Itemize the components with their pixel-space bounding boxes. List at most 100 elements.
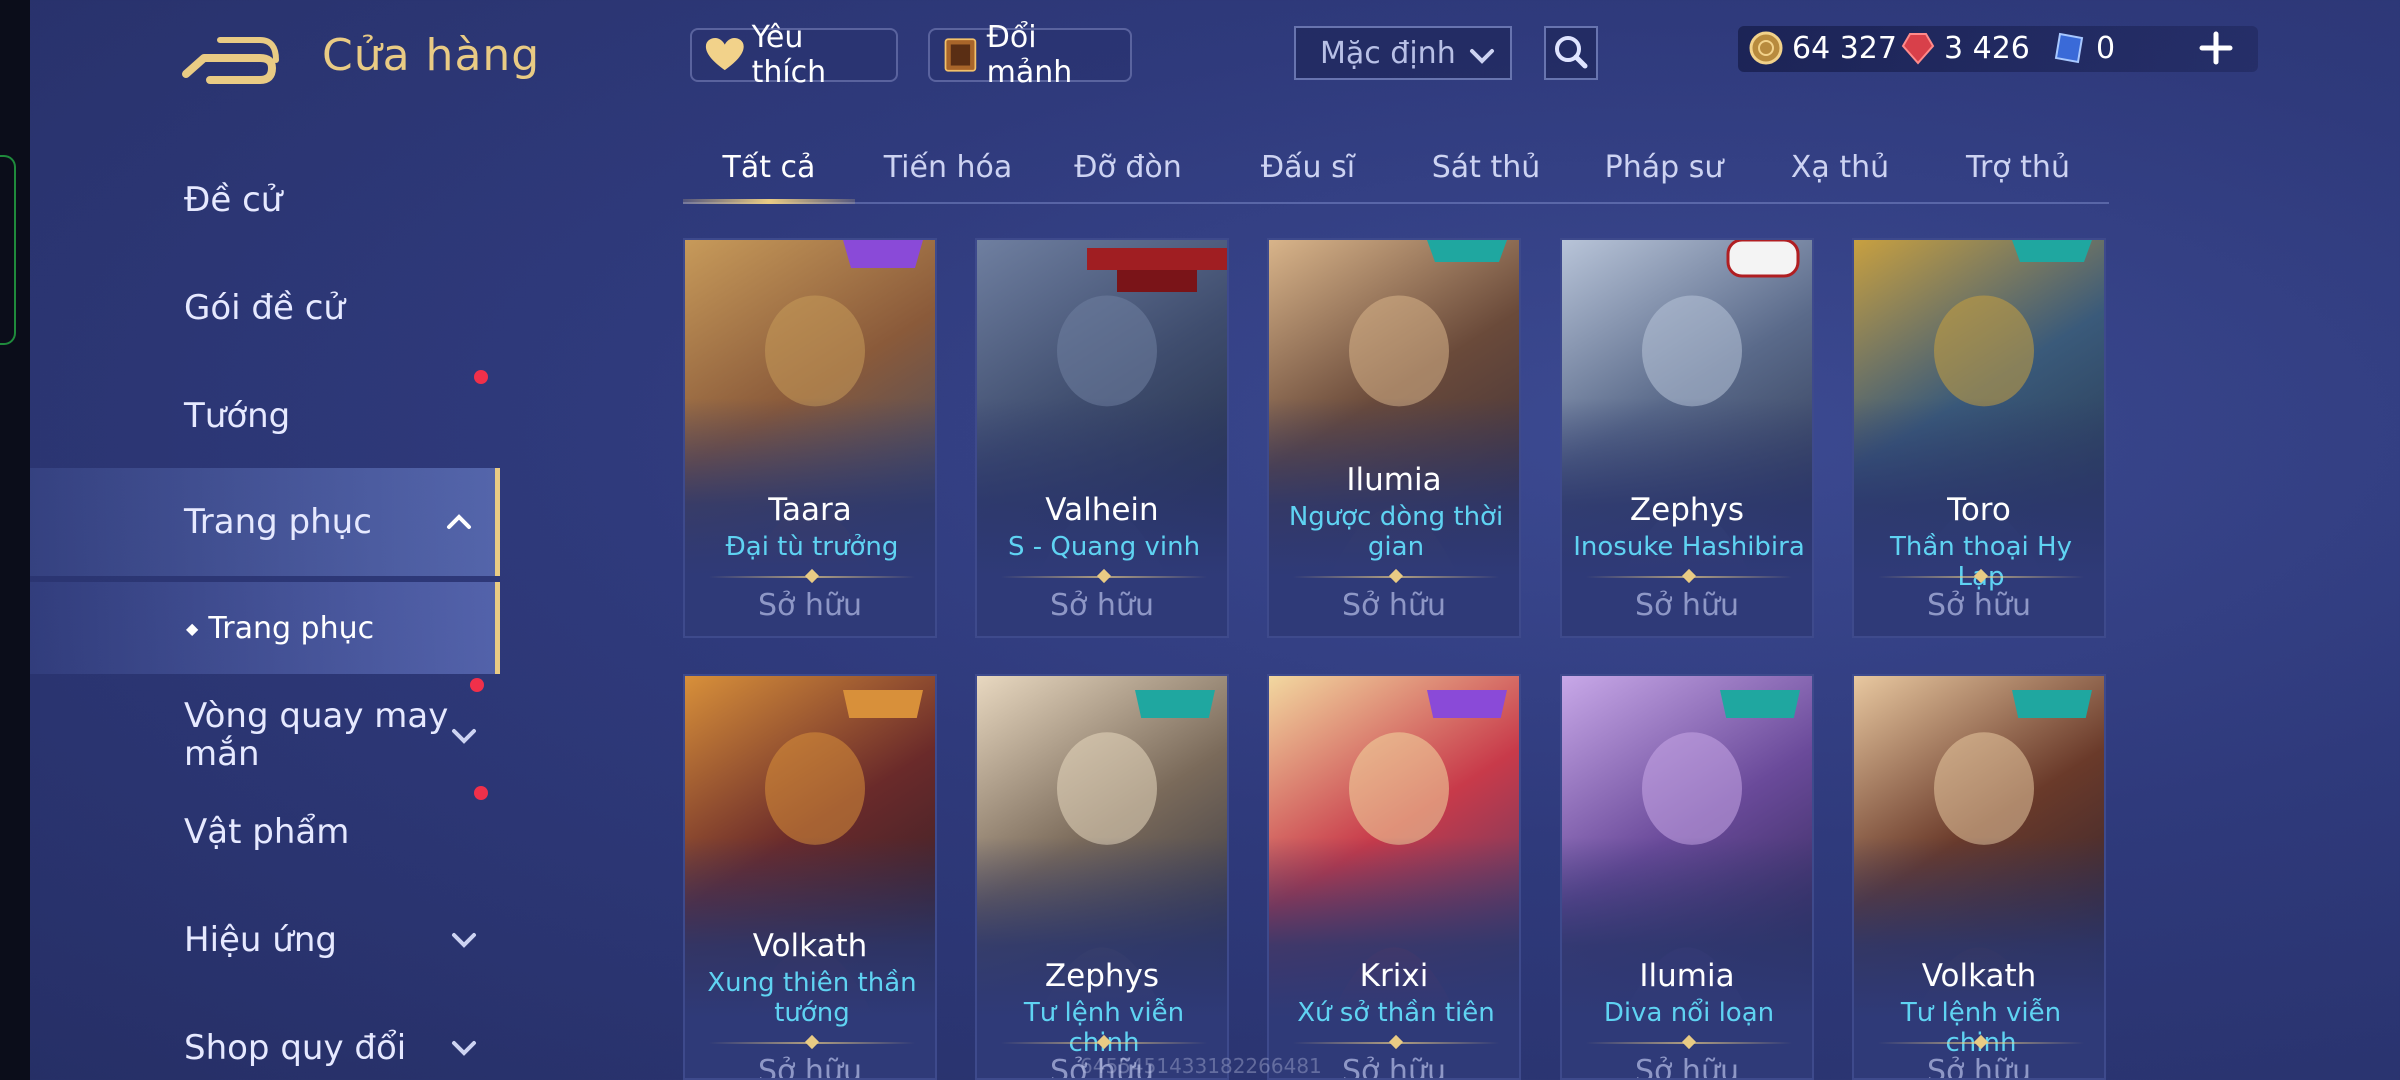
favorite-label: Yêu thích [751,20,827,90]
sidebar-item-label: Vòng quay may mắn [184,696,449,774]
skin-card[interactable]: Ilumia Ngược dòng thời gian Sở hữu [1267,238,1521,638]
voucher-amount: 0 [2096,30,2116,66]
tab-support[interactable]: Trợ thủ [1933,140,2103,202]
limited-badge-icon [1427,240,1507,262]
skin-name: Xung thiên thần tướng [707,968,917,1028]
back-button[interactable] [180,30,280,90]
sidebar-item-items[interactable]: Vật phẩm [30,782,500,882]
sidebar-item-effects[interactable]: Hiệu ứng [30,890,500,990]
hero-name: Zephys [1044,958,1160,994]
favorite-button[interactable]: Yêu thích [690,20,898,90]
category-tabs: Tất cả Tiến hóa Đỡ đòn Đấu sĩ Sát thủ Ph… [683,140,2109,204]
limited-badge-icon [2012,240,2092,262]
tab-all[interactable]: Tất cả [683,140,855,202]
skin-name: Xứ sở thần tiên [1297,998,1495,1028]
tab-mage[interactable]: Pháp sư [1579,140,1749,202]
skin-name: Đại tù trưởng [725,532,899,562]
sidebar-item-recommended[interactable]: Đề cử [30,150,500,250]
tab-fighter[interactable]: Đấu sĩ [1223,140,1393,202]
diamond-bullet-icon: ◆ [186,618,199,638]
skin-name: Inosuke Hashibira [1573,532,1805,562]
sidebar: Đề cử Gói đề cử Tướng Trang phục ◆ Trang … [30,150,500,1080]
device-edge [0,0,30,1080]
skin-card[interactable]: Zephys Tư lệnh viễn chinh Sở hữu [975,674,1229,1080]
ruby-gem-icon [1901,33,1935,65]
sidebar-item-heroes[interactable]: Tướng [30,366,500,466]
skin-name: S - Quang vinh [1007,532,1201,562]
gold-amount: 64 327 [1792,30,1897,66]
ruby-amount: 3 426 [1944,30,2030,66]
owned-status: Sở hữu [758,588,862,623]
tab-tank[interactable]: Đỡ đòn [1043,140,1213,202]
sidebar-item-lucky-wheel[interactable]: Vòng quay may mắn [30,678,500,790]
skin-card[interactable]: Zephys Inosuke Hashibira Sở hữu [1560,238,1814,638]
rank-badge-icon [1720,690,1800,718]
sidebar-item-exchange-shop[interactable]: Shop quy đổi [30,998,500,1080]
rank-badge-icon [843,690,923,718]
hero-name: Volkath [1921,958,2037,994]
ruby-balance: 3 426 [1900,30,2030,66]
rank-badge-icon [2012,690,2092,718]
skin-name: Diva nổi loạn [1603,998,1775,1028]
chevron-down-icon [452,1041,476,1056]
sidebar-subitem-skins[interactable]: ◆ Trang phục [30,582,500,674]
watermark-id: 6455451433182266481 [1080,1054,1322,1078]
voucher-ticket-icon [2054,32,2084,64]
owned-status: Sở hữu [1927,588,2031,623]
owned-status: Sở hữu [1635,588,1739,623]
hero-name: Valhein [1045,492,1159,528]
tab-evolution[interactable]: Tiến hóa [863,140,1033,202]
skin-card[interactable]: Taara Đại tù trưởng Sở hữu [683,238,937,638]
notification-dot [470,678,484,692]
hero-name: Ilumia [1639,958,1735,994]
rank-badge-icon [1135,690,1215,718]
sidebar-item-label: Hiệu ứng [184,920,337,960]
sidebar-item-label: Trang phục [184,502,372,542]
exchange-shards-button[interactable]: Đổi mảnh [928,20,1132,90]
sidebar-subitem-label: Trang phục [208,610,375,646]
skin-name: Ngược dòng thời gian [1288,502,1504,562]
sidebar-item-label: Gói đề cử [184,288,345,328]
gold-coin-icon [1749,31,1783,65]
search-button[interactable] [1544,26,1598,80]
skin-card[interactable]: Ilumia Diva nổi loạn Sở hữu [1560,674,1814,1080]
hero-name: Toro [1947,492,2011,528]
season-rank-badge-icon [1087,248,1227,292]
rank-badge-icon [843,240,923,268]
owned-status: Sở hữu [1635,1054,1739,1080]
sort-select[interactable]: Mặc định [1294,26,1512,80]
sidebar-item-label: Tướng [184,396,291,436]
skin-card[interactable]: Valhein S - Quang vinh Sở hữu [975,238,1229,638]
owned-status: Sở hữu [1342,588,1446,623]
search-icon [1555,36,1588,69]
hero-name: Volkath [752,928,868,964]
chevron-down-icon [452,933,476,948]
sidebar-item-label: Shop quy đổi [184,1028,407,1068]
chevron-down-icon [452,729,476,744]
skin-card[interactable]: Toro Thần thoại Hy Lạp Sở hữu [1852,238,2106,638]
add-currency-button[interactable] [2196,28,2236,68]
sidebar-item-recommended-packs[interactable]: Gói đề cử [30,258,500,384]
skin-card[interactable]: Krixi Xứ sở thần tiên Sở hữu [1267,674,1521,1080]
shard-card-icon [944,38,977,72]
skin-card[interactable]: Volkath Xung thiên thần tướng Sở hữu [683,674,937,1080]
edge-indicator [0,155,16,345]
active-tab-indicator [683,199,855,204]
gold-balance: 64 327 [1748,30,1897,66]
sidebar-item-skins[interactable]: Trang phục [30,468,500,576]
hero-name: Krixi [1359,958,1429,994]
tab-assassin[interactable]: Sát thủ [1401,140,1571,202]
chevron-down-icon [1470,49,1494,64]
back-arrow-icon [182,37,279,84]
hero-name: Zephys [1629,492,1745,528]
tab-marksman[interactable]: Xạ thủ [1755,140,1925,202]
chevron-up-icon [447,514,471,529]
hero-name: Taara [768,492,852,528]
slayer-badge-icon [1726,240,1800,278]
sort-select-value: Mặc định [1320,35,1456,71]
owned-status: Sở hữu [1927,1054,2031,1080]
skin-card[interactable]: Volkath Tư lệnh viễn chinh Sở hữu [1852,674,2106,1080]
owned-status: Sở hữu [1050,588,1154,623]
exchange-shards-label: Đổi mảnh [986,20,1073,90]
heart-icon [705,37,744,71]
